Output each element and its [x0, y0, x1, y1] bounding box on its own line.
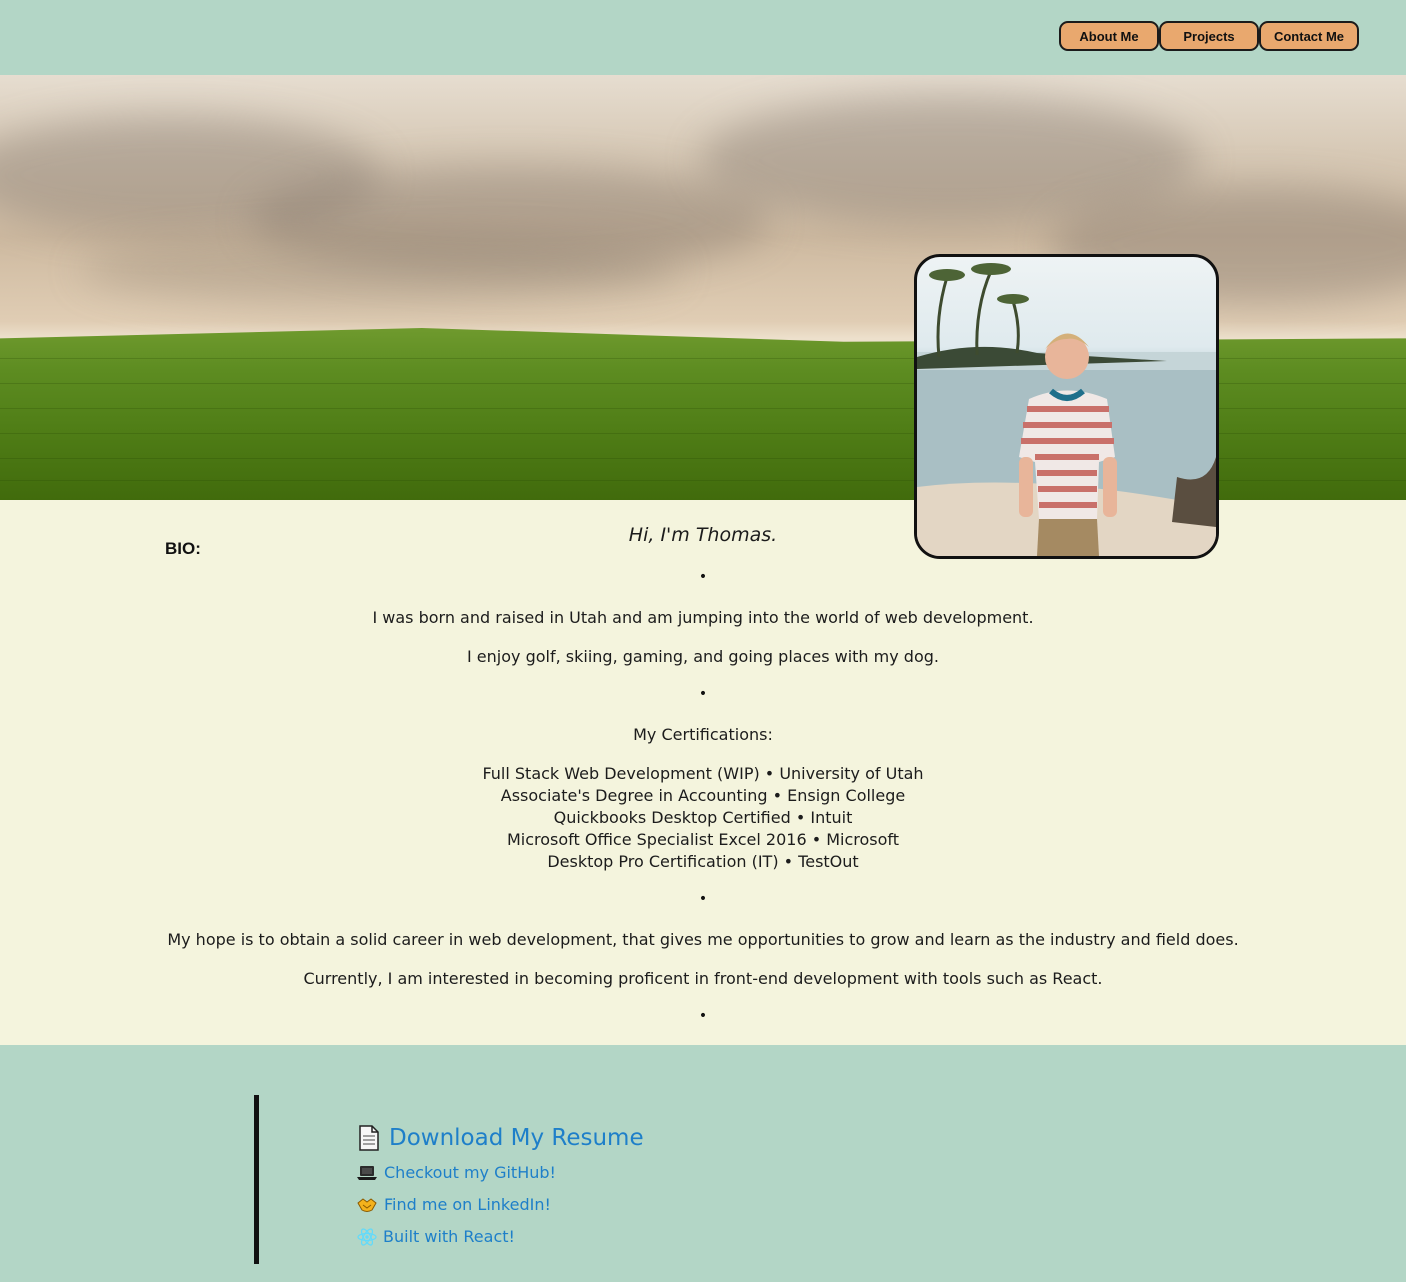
react-label: Built with React!	[383, 1227, 515, 1246]
linkedin-label: Find me on LinkedIn!	[384, 1195, 551, 1214]
separator-dot: •	[698, 686, 708, 702]
download-resume-link[interactable]: Download My Resume	[357, 1125, 644, 1151]
nav-projects-button[interactable]: Projects	[1159, 21, 1259, 51]
footer: Download My Resume Checkout my GitHub! F…	[0, 1045, 1406, 1282]
handshake-icon	[357, 1197, 377, 1212]
download-resume-label: Download My Resume	[389, 1125, 644, 1151]
bio-intro-line: I enjoy golf, skiing, gaming, and going …	[467, 647, 939, 666]
react-link[interactable]: Built with React!	[357, 1227, 515, 1246]
certifications-heading: My Certifications:	[633, 725, 773, 744]
bio-section: BIO: Hi, I'm Thomas. • I was born and ra…	[0, 500, 1406, 1045]
separator-dot: •	[698, 1008, 708, 1024]
profile-photo	[914, 254, 1219, 559]
laptop-icon	[357, 1165, 377, 1180]
certification-item: Quickbooks Desktop Certified • Intuit	[553, 808, 853, 827]
top-bar: About Me Projects Contact Me	[0, 0, 1406, 75]
linkedin-link[interactable]: Find me on LinkedIn!	[357, 1195, 551, 1214]
separator-dot: •	[698, 569, 708, 585]
separator-dot: •	[698, 891, 708, 907]
react-icon	[357, 1227, 377, 1246]
github-link[interactable]: Checkout my GitHub!	[357, 1163, 556, 1182]
certification-item: Microsoft Office Specialist Excel 2016 •…	[506, 830, 900, 849]
certification-item: Full Stack Web Development (WIP) • Unive…	[482, 764, 924, 783]
footer-divider	[254, 1095, 259, 1264]
bio-goal-line: Currently, I am interested in becoming p…	[303, 969, 1103, 988]
certification-item: Associate's Degree in Accounting • Ensig…	[500, 786, 906, 805]
nav-contact-me-button[interactable]: Contact Me	[1259, 21, 1359, 51]
bio-intro-line: I was born and raised in Utah and am jum…	[372, 608, 1034, 627]
certification-item: Desktop Pro Certification (IT) • TestOut	[547, 852, 859, 871]
main-nav: About Me Projects Contact Me	[1059, 21, 1359, 51]
github-label: Checkout my GitHub!	[384, 1163, 556, 1182]
bio-goal-line: My hope is to obtain a solid career in w…	[167, 930, 1239, 949]
nav-about-me-button[interactable]: About Me	[1059, 21, 1159, 51]
document-icon	[359, 1125, 379, 1151]
